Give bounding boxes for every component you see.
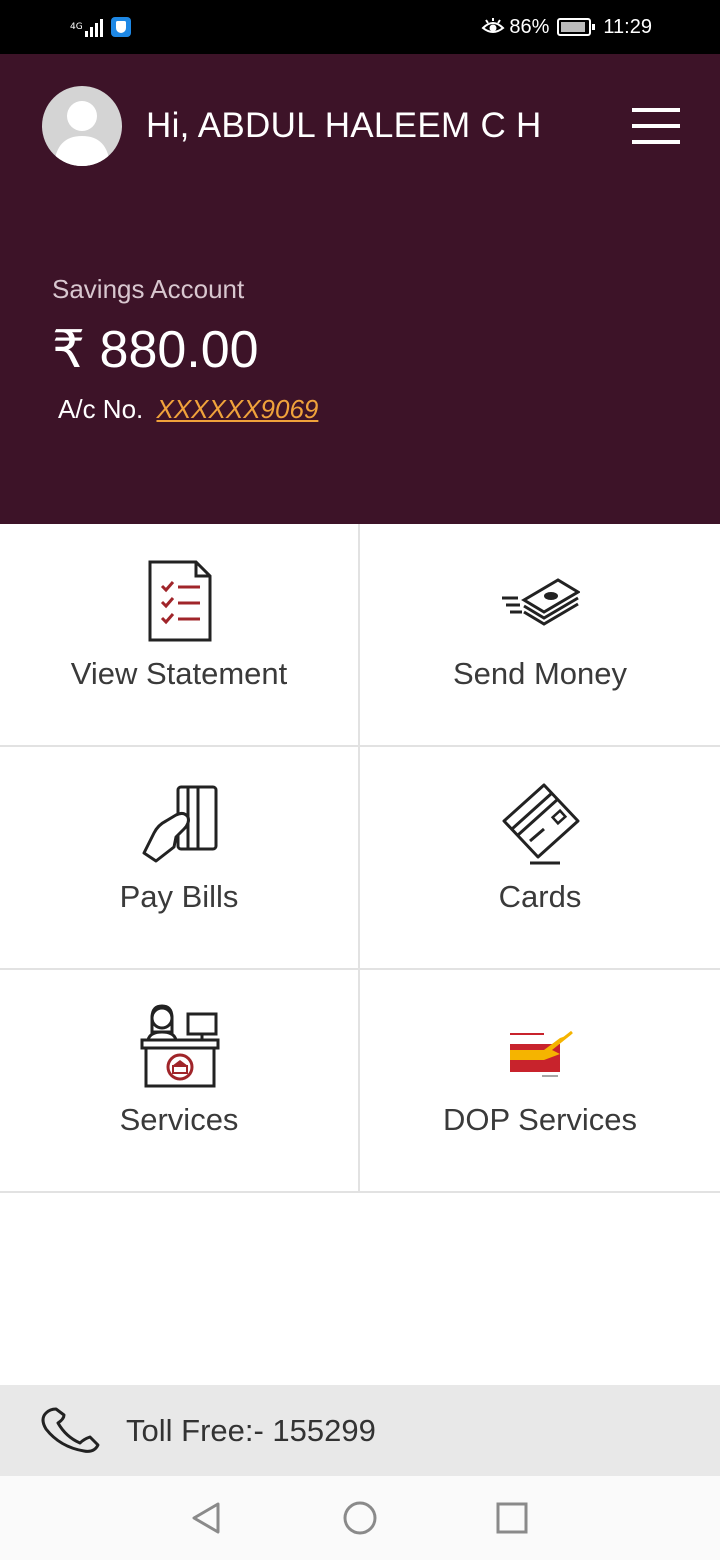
status-left: 4G — [70, 14, 131, 40]
status-right: 86% 11:29 — [481, 13, 652, 41]
network-type-label: 4G — [70, 21, 83, 32]
menu-button[interactable] — [628, 106, 684, 146]
avatar[interactable] — [42, 86, 122, 166]
home-icon[interactable] — [340, 1498, 380, 1538]
tile-pay-bills[interactable]: Pay Bills — [0, 747, 360, 970]
signal-icon — [84, 17, 103, 37]
greeting-text: Hi, ABDUL HALEEM C H — [146, 106, 542, 145]
account-header: Hi, ABDUL HALEEM C H Savings Account ₹ 8… — [0, 54, 720, 524]
toll-free-bar[interactable]: Toll Free:- 155299 — [0, 1385, 720, 1476]
tile-view-statement[interactable]: View Statement — [0, 524, 360, 747]
back-icon[interactable] — [186, 1498, 226, 1538]
toll-free-number: Toll Free:- 155299 — [126, 1413, 376, 1448]
tile-services[interactable]: Services — [0, 970, 360, 1193]
app-shield-icon — [110, 17, 131, 37]
battery-icon — [557, 18, 596, 36]
status-bar: 4G 86% 11:29 — [0, 0, 720, 54]
credit-card-icon — [502, 783, 580, 865]
tile-label: Pay Bills — [119, 879, 239, 914]
statement-checklist-icon — [148, 560, 212, 642]
tile-send-money[interactable]: Send Money — [360, 524, 720, 747]
recents-icon[interactable] — [492, 1498, 532, 1538]
tile-cards[interactable]: Cards — [360, 747, 720, 970]
hamburger-icon — [632, 140, 680, 144]
hand-card-icon — [142, 785, 218, 863]
eye-comfort-icon — [481, 18, 505, 33]
tile-dop-services[interactable]: DOP Services — [360, 970, 720, 1193]
india-post-logo-icon — [510, 1030, 573, 1077]
account-number-link[interactable]: XXXXXX9069 — [156, 394, 318, 424]
account-type: Savings Account — [52, 274, 245, 304]
money-stack-icon — [502, 578, 580, 626]
phone-icon — [41, 1407, 100, 1453]
tile-label: View Statement — [70, 656, 288, 691]
clock: 11:29 — [603, 15, 652, 38]
system-nav-bar — [0, 1476, 720, 1560]
battery-percent: 86% — [509, 15, 550, 38]
tile-label: Send Money — [452, 656, 628, 691]
tile-label: DOP Services — [442, 1102, 638, 1137]
account-balance: ₹ 880.00 — [52, 321, 259, 379]
user-silhouette-icon — [54, 101, 110, 166]
hamburger-icon — [632, 108, 680, 112]
services-grid: View Statement Send Money Pay Bills Card… — [0, 524, 720, 1193]
account-number-row: A/c No. XXXXXX9069 — [58, 394, 318, 425]
hamburger-icon — [632, 124, 680, 128]
tile-label: Services — [119, 1102, 239, 1137]
account-number-label: A/c No. — [58, 394, 144, 424]
bank-counter-icon — [140, 1004, 220, 1088]
tile-label: Cards — [498, 879, 582, 914]
